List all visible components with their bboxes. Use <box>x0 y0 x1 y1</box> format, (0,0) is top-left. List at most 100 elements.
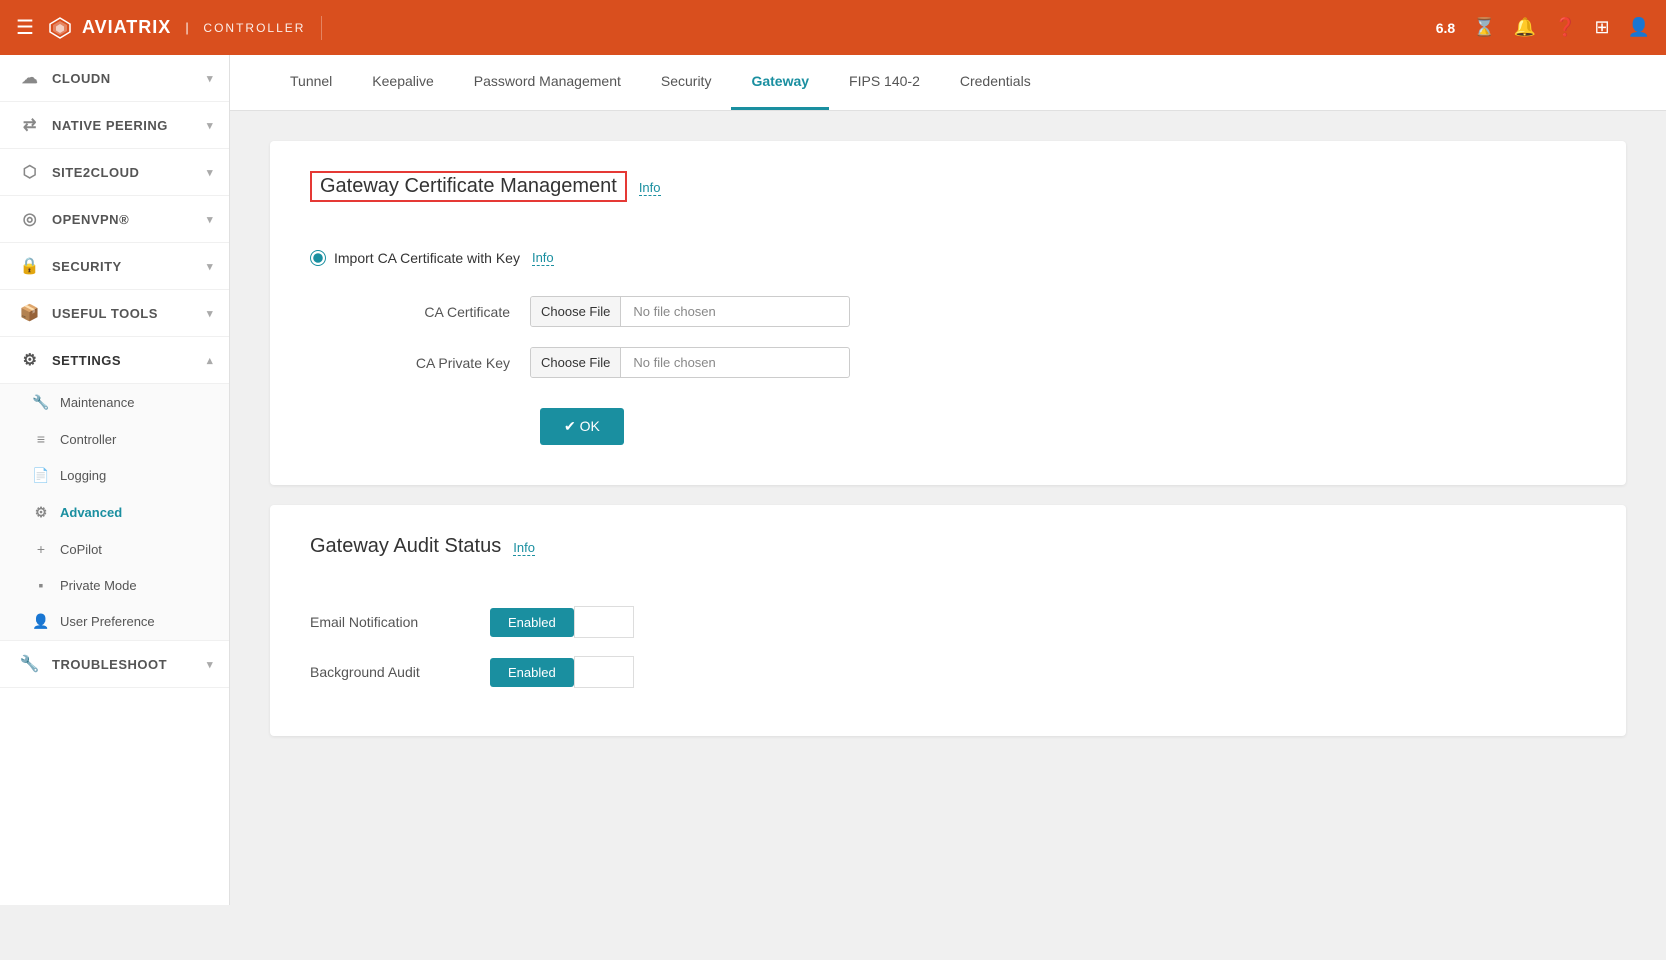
sidebar-item-logging[interactable]: 📄 Logging <box>0 457 229 494</box>
email-notification-row: Email Notification Enabled <box>310 606 1586 638</box>
sidebar-item-troubleshoot[interactable]: 🔧 TROUBLESHOOT ▾ <box>0 641 229 688</box>
sidebar-item-settings[interactable]: ⚙ SETTINGS ▴ <box>0 337 229 384</box>
tab-credentials[interactable]: Credentials <box>940 55 1051 110</box>
advanced-icon: ⚙ <box>30 504 52 521</box>
tab-password-management[interactable]: Password Management <box>454 55 641 110</box>
sidebar-item-maintenance[interactable]: 🔧 Maintenance <box>0 384 229 421</box>
tab-keepalive[interactable]: Keepalive <box>352 55 454 110</box>
settings-submenu: 🔧 Maintenance ≡ Controller 📄 Logging ⚙ A… <box>0 384 229 641</box>
ca-key-no-file: No file chosen <box>621 348 849 377</box>
hourglass-icon[interactable]: ⌛ <box>1473 17 1495 38</box>
maintenance-label: Maintenance <box>60 395 134 410</box>
email-notification-label: Email Notification <box>310 614 490 630</box>
settings-icon: ⚙ <box>16 350 44 370</box>
grid-icon[interactable]: ⊞ <box>1594 17 1609 38</box>
cloudn-icon: ☁ <box>16 68 44 88</box>
import-ca-radio-label[interactable]: Import CA Certificate with Key Info <box>310 250 1586 266</box>
native-peering-arrow: ▾ <box>207 119 213 132</box>
version-label: 6.8 <box>1436 20 1455 36</box>
troubleshoot-arrow: ▾ <box>207 658 213 671</box>
sidebar-label-troubleshoot: TROUBLESHOOT <box>52 657 207 672</box>
aviatrix-logo-icon <box>48 16 72 40</box>
sidebar-item-copilot[interactable]: + CoPilot <box>0 531 229 567</box>
openvpn-icon: ◎ <box>16 209 44 229</box>
ca-key-file-input[interactable]: Choose File No file chosen <box>530 347 850 378</box>
ok-button[interactable]: ✔ OK <box>540 408 624 445</box>
sidebar-label-settings: SETTINGS <box>52 353 207 368</box>
brand-name: AVIATRIX <box>82 17 171 38</box>
brand-subtitle: CONTROLLER <box>203 21 305 35</box>
sidebar-label-openvpn: OPENVPN® <box>52 212 207 227</box>
sidebar-item-private-mode[interactable]: ▪ Private Mode <box>0 567 229 603</box>
main-layout: ☁ CLOUDN ▾ ⇄ NATIVE PEERING ▾ ⬡ SITE2CLO… <box>0 55 1666 905</box>
logging-label: Logging <box>60 468 106 483</box>
user-pref-icon: 👤 <box>30 613 52 630</box>
sidebar-label-security: SECURITY <box>52 259 207 274</box>
sidebar-item-advanced[interactable]: ⚙ Advanced <box>0 494 229 531</box>
background-audit-row: Background Audit Enabled <box>310 656 1586 688</box>
settings-arrow: ▴ <box>207 354 213 367</box>
sidebar-item-openvpn[interactable]: ◎ OPENVPN® ▾ <box>0 196 229 243</box>
sidebar-item-useful-tools[interactable]: 📦 USEFUL TOOLS ▾ <box>0 290 229 337</box>
tab-tunnel[interactable]: Tunnel <box>270 55 352 110</box>
gateway-cert-title: Gateway Certificate Management <box>310 171 627 202</box>
native-peering-icon: ⇄ <box>16 115 44 135</box>
advanced-label: Advanced <box>60 505 122 520</box>
maintenance-icon: 🔧 <box>30 394 52 411</box>
private-mode-icon: ▪ <box>30 577 52 593</box>
ca-cert-choose-btn[interactable]: Choose File <box>531 297 621 326</box>
bell-icon[interactable]: 🔔 <box>1514 17 1536 38</box>
hamburger-menu[interactable]: ☰ <box>16 15 34 40</box>
import-ca-radio[interactable] <box>310 250 326 266</box>
sidebar-item-user-preference[interactable]: 👤 User Preference <box>0 603 229 640</box>
controller-icon: ≡ <box>30 431 52 447</box>
background-audit-spacer <box>574 656 634 688</box>
security-icon: 🔒 <box>16 256 44 276</box>
site2cloud-arrow: ▾ <box>207 166 213 179</box>
ca-key-row: CA Private Key Choose File No file chose… <box>350 347 1586 378</box>
tab-fips[interactable]: FIPS 140-2 <box>829 55 940 110</box>
tab-navigation: Tunnel Keepalive Password Management Sec… <box>230 55 1666 111</box>
audit-status-title: Gateway Audit Status <box>310 535 501 558</box>
tab-security[interactable]: Security <box>641 55 732 110</box>
sidebar-item-site2cloud[interactable]: ⬡ SITE2CLOUD ▾ <box>0 149 229 196</box>
sidebar: ☁ CLOUDN ▾ ⇄ NATIVE PEERING ▾ ⬡ SITE2CLO… <box>0 55 230 905</box>
gateway-cert-info-link[interactable]: Info <box>639 180 661 196</box>
navbar-right: 6.8 ⌛ 🔔 ❓ ⊞ 👤 <box>1436 17 1650 38</box>
sidebar-label-native-peering: NATIVE PEERING <box>52 118 207 133</box>
logging-icon: 📄 <box>30 467 52 484</box>
ca-cert-file-input[interactable]: Choose File No file chosen <box>530 296 850 327</box>
user-icon[interactable]: 👤 <box>1628 17 1650 38</box>
copilot-icon: + <box>30 541 52 557</box>
radio-section: Import CA Certificate with Key Info <box>310 250 1586 266</box>
ca-key-label: CA Private Key <box>350 355 510 371</box>
email-notification-btn[interactable]: Enabled <box>490 608 574 637</box>
gateway-cert-card: Gateway Certificate Management Info Impo… <box>270 141 1626 485</box>
sidebar-item-security[interactable]: 🔒 SECURITY ▾ <box>0 243 229 290</box>
help-icon[interactable]: ❓ <box>1554 17 1576 38</box>
sidebar-label-useful-tools: USEFUL TOOLS <box>52 306 207 321</box>
ca-key-choose-btn[interactable]: Choose File <box>531 348 621 377</box>
import-ca-info-link[interactable]: Info <box>532 250 554 266</box>
security-arrow: ▾ <box>207 260 213 273</box>
sidebar-item-native-peering[interactable]: ⇄ NATIVE PEERING ▾ <box>0 102 229 149</box>
controller-label: Controller <box>60 432 116 447</box>
sidebar-label-cloudn: CLOUDN <box>52 71 207 86</box>
site2cloud-icon: ⬡ <box>16 162 44 182</box>
main-content: Tunnel Keepalive Password Management Sec… <box>230 55 1666 905</box>
troubleshoot-icon: 🔧 <box>16 654 44 674</box>
top-navbar: ☰ AVIATRIX | CONTROLLER 6.8 ⌛ 🔔 ❓ ⊞ 👤 <box>0 0 1666 55</box>
tab-gateway[interactable]: Gateway <box>731 55 829 110</box>
copilot-label: CoPilot <box>60 542 102 557</box>
ca-cert-row: CA Certificate Choose File No file chose… <box>350 296 1586 327</box>
audit-info-link[interactable]: Info <box>513 540 535 556</box>
background-audit-btn[interactable]: Enabled <box>490 658 574 687</box>
user-pref-label: User Preference <box>60 614 155 629</box>
useful-tools-icon: 📦 <box>16 303 44 323</box>
cloudn-arrow: ▾ <box>207 72 213 85</box>
ca-cert-no-file: No file chosen <box>621 297 849 326</box>
email-notification-spacer <box>574 606 634 638</box>
sidebar-item-cloudn[interactable]: ☁ CLOUDN ▾ <box>0 55 229 102</box>
sidebar-item-controller[interactable]: ≡ Controller <box>0 421 229 457</box>
useful-tools-arrow: ▾ <box>207 307 213 320</box>
